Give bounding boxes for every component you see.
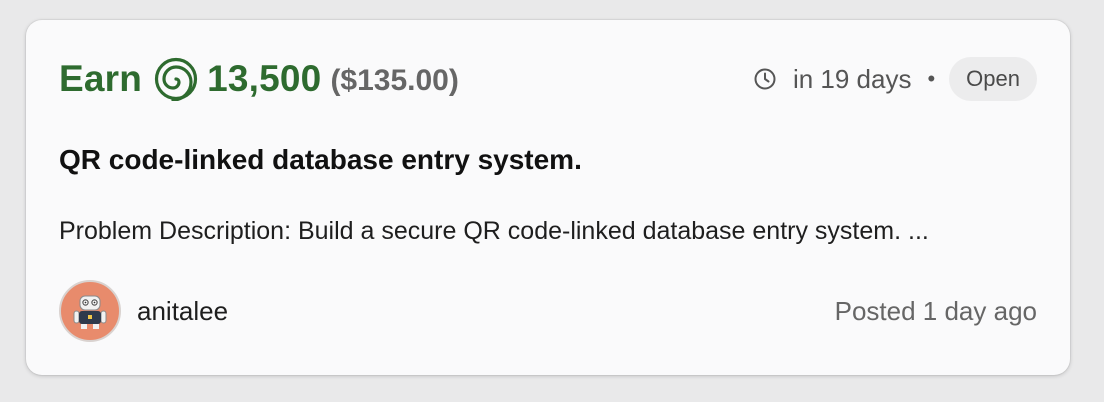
robot-avatar-icon[interactable] bbox=[59, 280, 121, 342]
spiral-coin-icon bbox=[154, 57, 198, 101]
posted-time: Posted 1 day ago bbox=[834, 295, 1037, 326]
reward: Earn 13,500 ($135.00) bbox=[59, 57, 459, 101]
author-username[interactable]: anitalee bbox=[137, 296, 228, 327]
bounty-meta: in 19 days • Open bbox=[753, 57, 1037, 101]
separator-dot: • bbox=[927, 66, 936, 91]
bounty-card[interactable]: Earn 13,500 ($135.00) in 19 days • Open bbox=[26, 20, 1070, 375]
clock-icon bbox=[753, 67, 777, 91]
bounty-footer: anitalee Posted 1 day ago bbox=[59, 279, 1037, 343]
bounty-header: Earn 13,500 ($135.00) in 19 days • Open bbox=[59, 56, 1037, 102]
reward-usd: ($135.00) bbox=[330, 63, 459, 97]
status-badge: Open bbox=[949, 57, 1037, 101]
deadline-text: in 19 days bbox=[792, 63, 912, 94]
bounty-title[interactable]: QR code-linked database entry system. bbox=[59, 144, 582, 176]
reward-amount: 13,500 bbox=[207, 58, 322, 99]
author[interactable]: anitalee bbox=[59, 280, 228, 342]
bounty-description: Problem Description: Build a secure QR c… bbox=[59, 217, 929, 245]
earn-label: Earn bbox=[59, 58, 143, 99]
